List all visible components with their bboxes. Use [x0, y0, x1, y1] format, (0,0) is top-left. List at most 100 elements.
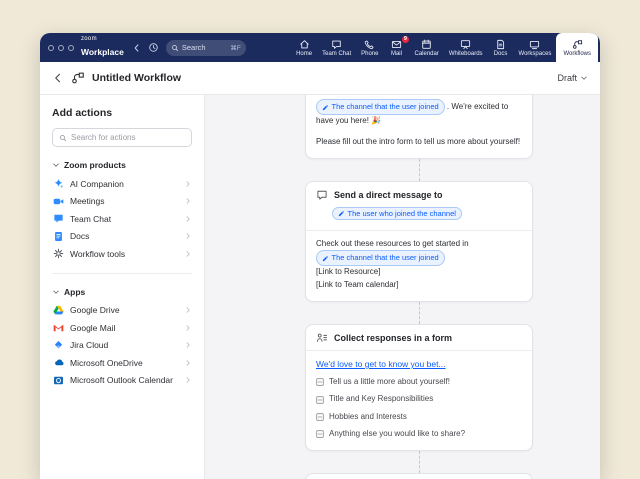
caret-down-icon [52, 288, 60, 296]
chevron-right-icon [184, 250, 192, 258]
workflow-canvas[interactable]: The channel that the user joined . We're… [205, 95, 600, 479]
phone-icon [364, 39, 375, 50]
channel-variable-chip[interactable]: The channel that the user joined [316, 99, 445, 115]
nav-item-mail[interactable]: 9 Mail [383, 33, 409, 62]
flow-connector [419, 302, 420, 324]
section-label: Apps [64, 287, 85, 297]
nav-item-label: Team Chat [322, 51, 351, 57]
channel-variable-chip[interactable]: The channel that the user joined [316, 250, 445, 266]
app-body: Add actions Zoom products AI Companion [40, 95, 600, 479]
form-responses-icon [316, 332, 328, 344]
chevron-right-icon [184, 341, 192, 349]
team-chat-icon [331, 39, 342, 50]
chevron-right-icon [184, 197, 192, 205]
nav-item-team-chat[interactable]: Team Chat [317, 33, 356, 62]
chevron-right-icon [184, 215, 192, 223]
window-minimize-button[interactable] [58, 45, 64, 51]
form-question-row: Hobbies and Interests [316, 411, 522, 424]
sidebar-item-docs[interactable]: Docs [52, 228, 192, 246]
nav-item-label: Home [296, 51, 312, 57]
top-navigation-bar: zoom Workplace ⌘F [40, 33, 600, 62]
form-question-text: Hobbies and Interests [329, 411, 407, 424]
nav-item-calendar[interactable]: Calendar [409, 33, 443, 62]
form-question-row: Anything else you would like to share? [316, 428, 522, 441]
ai-companion-icon [52, 178, 64, 189]
sidebar-item-label: Google Drive [70, 305, 120, 315]
desktop-background: zoom Workplace ⌘F [0, 0, 640, 479]
sidebar-item-label: AI Companion [70, 179, 124, 189]
workflow-glyph-icon [71, 71, 85, 85]
app-window: zoom Workplace ⌘F [40, 33, 600, 479]
logo-workplace-text: Workplace [81, 47, 124, 57]
nav-item-phone[interactable]: Phone [356, 33, 383, 62]
form-question-row: Tell us a little more about yourself! [316, 376, 522, 389]
google-drive-icon [52, 305, 64, 315]
global-search-box[interactable]: ⌘F [166, 40, 246, 56]
sidebar-item-microsoft-onedrive[interactable]: Microsoft OneDrive [52, 354, 192, 372]
workflow-card-direct-message[interactable]: Send a direct message to The user who jo… [305, 181, 533, 302]
calendar-icon [421, 39, 432, 50]
section-zoom-products[interactable]: Zoom products [52, 160, 192, 170]
nav-item-workspaces[interactable]: Workspaces [514, 33, 557, 62]
actions-search-input[interactable] [71, 133, 185, 142]
calendar-link-placeholder: [Link to Team calendar] [316, 279, 522, 292]
pencil-icon [322, 104, 329, 111]
chip-label: The channel that the user joined [332, 252, 439, 264]
short-answer-icon [316, 413, 324, 421]
form-question-text: Tell us a little more about yourself! [329, 376, 450, 389]
sidebar-title: Add actions [52, 107, 192, 119]
sidebar-item-meetings[interactable]: Meetings [52, 193, 192, 211]
back-button[interactable] [52, 72, 64, 84]
history-clock-icon[interactable] [148, 42, 159, 53]
sidebar-item-jira-cloud[interactable]: Jira Cloud [52, 337, 192, 355]
workflow-header-bar: Untitled Workflow Draft [40, 62, 600, 95]
draft-status-dropdown[interactable]: Draft [557, 73, 588, 83]
sidebar-item-label: Docs [70, 231, 89, 241]
nav-item-workflows[interactable]: Workflows [556, 33, 598, 62]
sidebar-divider [52, 273, 192, 274]
sidebar-item-google-mail[interactable]: Google Mail [52, 319, 192, 337]
sidebar-item-microsoft-outlook-calendar[interactable]: Microsoft Outlook Calendar [52, 372, 192, 390]
actions-search-box[interactable] [52, 128, 192, 147]
nav-item-home[interactable]: Home [291, 33, 317, 62]
workflow-card-message-partial[interactable]: The channel that the user joined . We're… [305, 95, 533, 159]
draft-status-label: Draft [557, 73, 577, 83]
chevron-right-icon [184, 306, 192, 314]
sidebar-item-label: Meetings [70, 196, 105, 206]
user-variable-chip[interactable]: The user who joined the channel [332, 207, 462, 220]
meetings-icon [52, 196, 64, 207]
search-input[interactable] [182, 43, 220, 52]
sidebar-item-ai-companion[interactable]: AI Companion [52, 175, 192, 193]
nav-item-label: Whiteboards [449, 51, 483, 57]
sidebar-item-google-drive[interactable]: Google Drive [52, 302, 192, 320]
zoom-products-list: AI Companion Meetings Team Chat [52, 175, 192, 263]
sidebar-item-workflow-tools[interactable]: Workflow tools [52, 245, 192, 263]
form-question-text: Title and Key Responsibilities [329, 393, 433, 406]
mail-unread-badge: 9 [402, 36, 409, 43]
page-title: Untitled Workflow [92, 72, 181, 84]
nav-item-whiteboards[interactable]: Whiteboards [444, 33, 488, 62]
message-paragraph: Please fill out the intro form to tell u… [316, 136, 522, 149]
card-title: Send a direct message to [334, 190, 443, 200]
caret-down-icon [52, 161, 60, 169]
window-maximize-button[interactable] [68, 45, 74, 51]
nav-item-label: Calendar [414, 51, 438, 57]
nav-tabs: Home Team Chat Phone 9 Mail [291, 33, 600, 62]
chevron-right-icon [184, 180, 192, 188]
sidebar-item-label: Microsoft OneDrive [70, 358, 143, 368]
sidebar-item-label: Microsoft Outlook Calendar [70, 375, 173, 385]
window-close-button[interactable] [48, 45, 54, 51]
chevron-right-icon [184, 324, 192, 332]
home-icon [299, 39, 310, 50]
sidebar-item-team-chat[interactable]: Team Chat [52, 210, 192, 228]
zoom-workplace-logo: zoom Workplace [81, 36, 124, 59]
nav-item-docs[interactable]: Docs [488, 33, 514, 62]
workflow-card-collect-form[interactable]: Collect responses in a form We'd love to… [305, 324, 533, 451]
workflow-card-channel-message[interactable]: Send a message to The channel that the u… [305, 473, 533, 479]
outlook-calendar-icon [52, 375, 64, 386]
sidebar-item-label: Team Chat [70, 214, 111, 224]
section-apps[interactable]: Apps [52, 287, 192, 297]
form-title-link[interactable]: We'd love to get to know you bet... [316, 358, 522, 372]
back-chevron-icon[interactable] [132, 43, 142, 53]
sidebar-item-label: Google Mail [70, 323, 115, 333]
